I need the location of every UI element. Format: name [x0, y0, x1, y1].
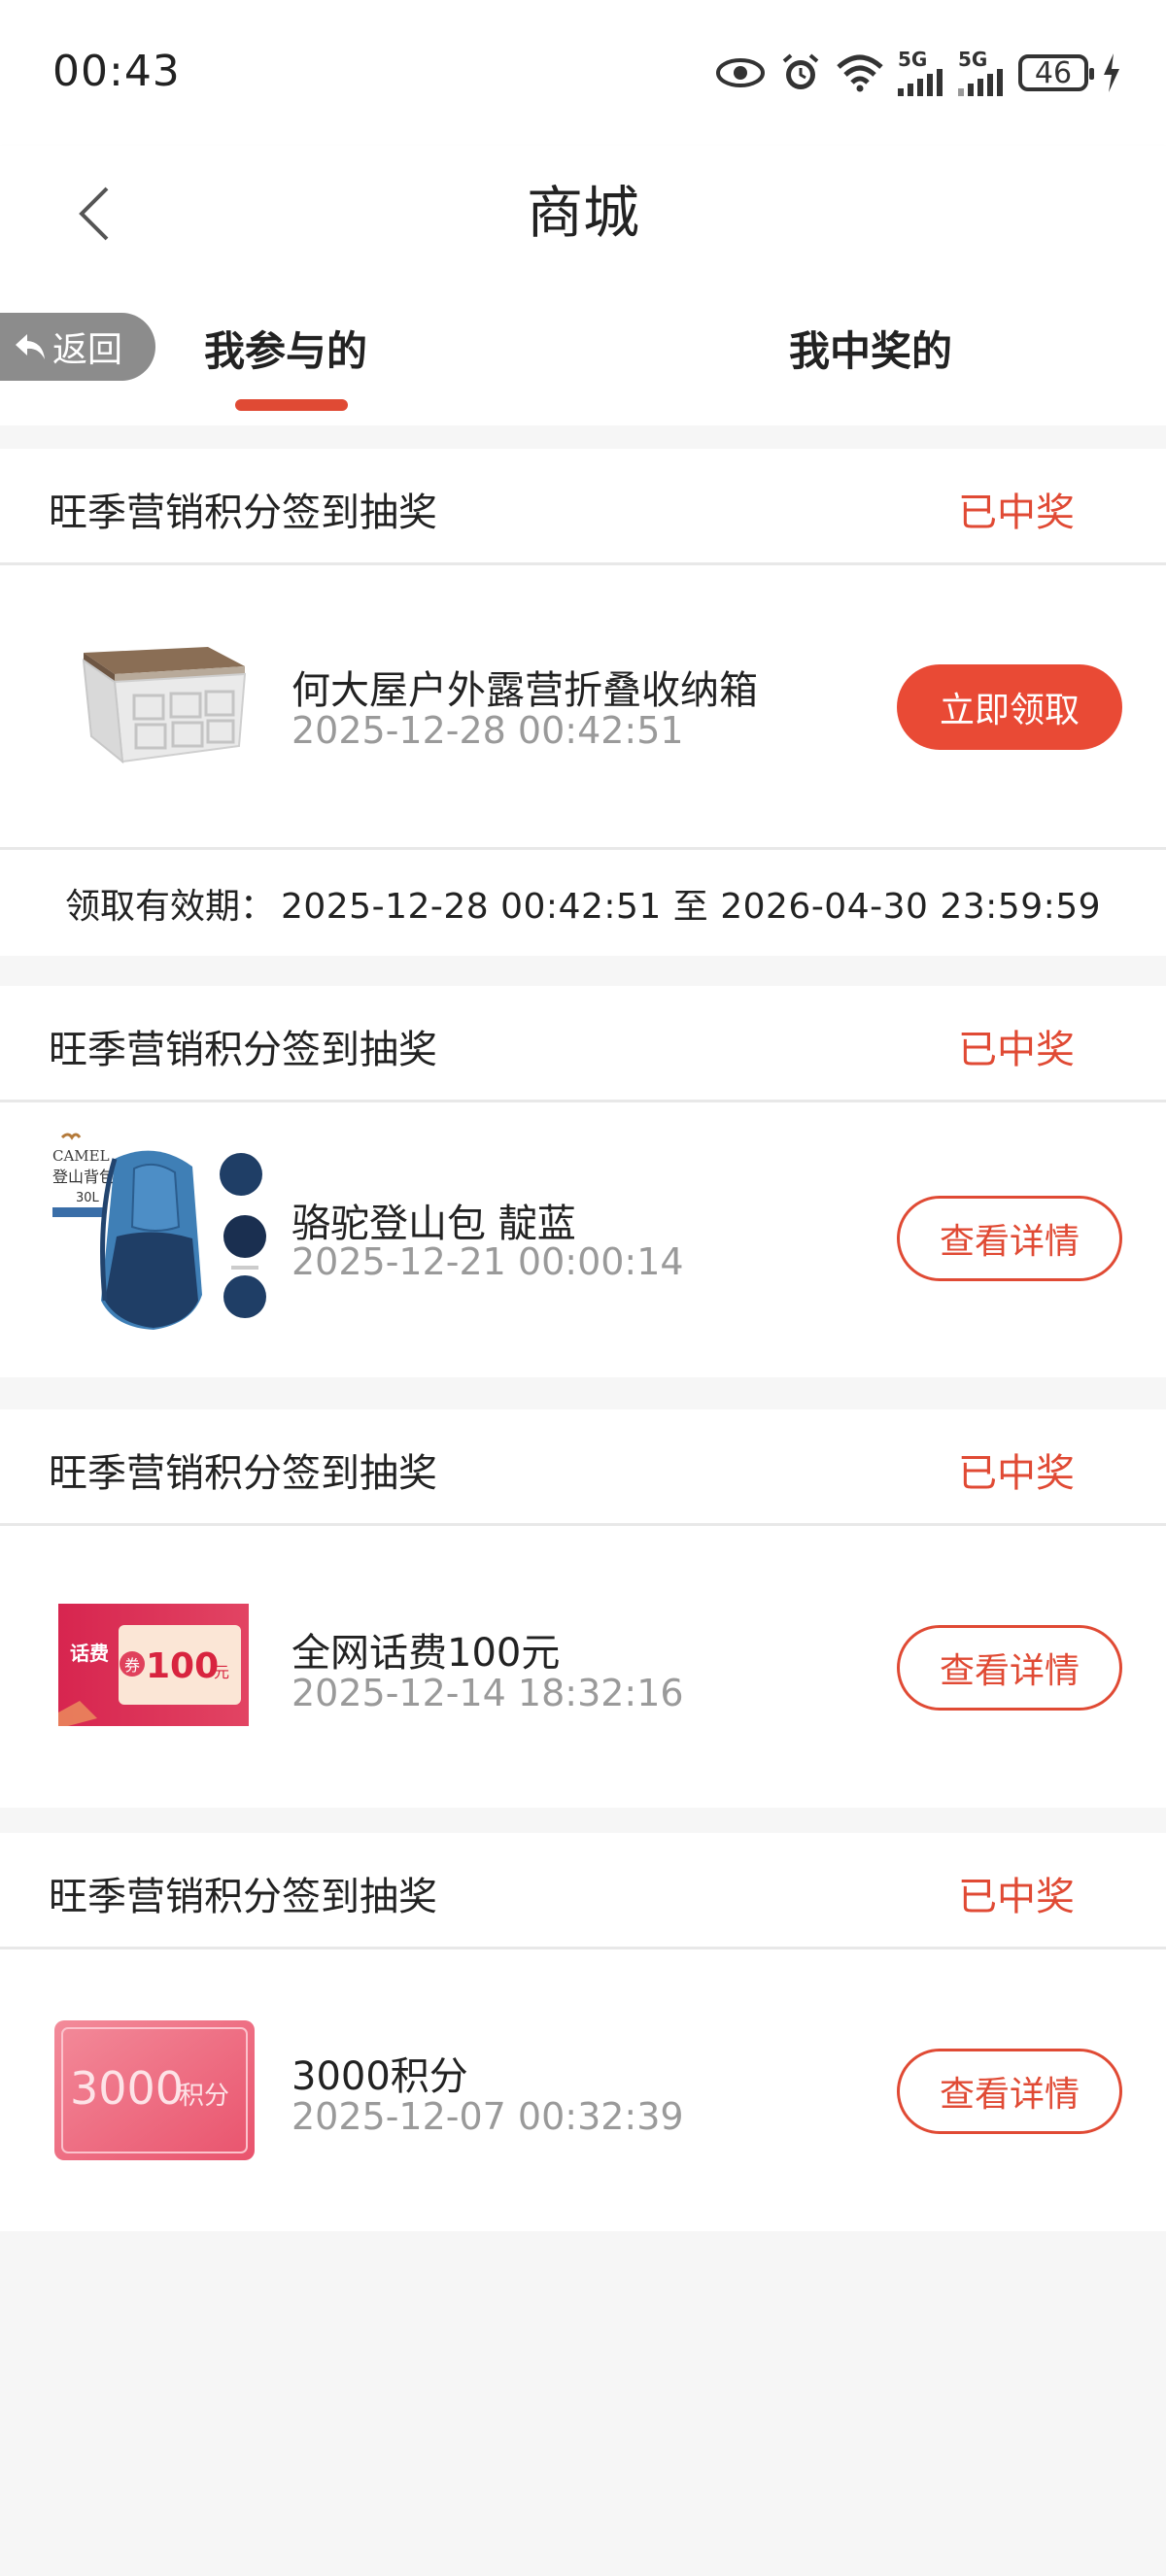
- thumb-tag: 话费: [70, 1642, 109, 1665]
- prize-name: 全网话费100元: [292, 1631, 561, 1676]
- alarm-icon: [779, 49, 822, 97]
- prize-time: 2025-12-07 00:32:39: [292, 2095, 684, 2138]
- prize-time: 2025-12-28 00:42:51: [292, 709, 684, 752]
- record-card: 旺季营销积分签到抽奖 已中奖 CAMEL 登山背包 30L 骆驼登山包 靛蓝 2…: [0, 986, 1166, 1377]
- thumb-brand: CAMEL: [52, 1147, 110, 1165]
- view-details-button[interactable]: 查看详情: [897, 1196, 1122, 1281]
- prize-time: 2025-12-21 00:00:14: [292, 1240, 684, 1283]
- nav-bar: 商城: [0, 146, 1166, 280]
- prize-image-storage-box: [52, 614, 266, 798]
- prize-name: 何大屋户外露营折叠收纳箱: [292, 668, 758, 713]
- return-label: 返回: [52, 330, 123, 370]
- record-card: 旺季营销积分签到抽奖 已中奖 何大屋户外露营折叠收纳箱 2025-12-28 0…: [0, 449, 1166, 956]
- page-title: 商城: [526, 180, 639, 246]
- status-badge: 已中奖: [958, 491, 1075, 535]
- record-header: 旺季营销积分签到抽奖 已中奖: [0, 1833, 1166, 1949]
- return-button[interactable]: 返回: [0, 313, 155, 381]
- active-tab-indicator: [235, 399, 348, 411]
- event-name: 旺季营销积分签到抽奖: [49, 1451, 437, 1496]
- event-name: 旺季营销积分签到抽奖: [49, 1028, 437, 1072]
- wifi-icon: [836, 49, 884, 97]
- event-name: 旺季营销积分签到抽奖: [49, 491, 437, 535]
- view-details-button[interactable]: 查看详情: [897, 2049, 1122, 2134]
- prize-image-points-card: 3000 积分: [54, 2020, 255, 2160]
- status-time: 00:43: [52, 47, 181, 96]
- thumb-quan: 券: [124, 1656, 140, 1675]
- prize-time: 2025-12-14 18:32:16: [292, 1672, 684, 1714]
- event-name: 旺季营销积分签到抽奖: [49, 1875, 437, 1919]
- eye-icon: [715, 49, 766, 97]
- prize-image-phone-credit-coupon: 话费 券 100 元: [58, 1604, 249, 1726]
- status-bar: 00:43 5G 5G 46: [0, 0, 1166, 146]
- tab-participated[interactable]: 我参与的: [204, 319, 367, 378]
- validity-label: 领取有效期：: [64, 886, 275, 927]
- record-body[interactable]: 何大屋户外露营折叠收纳箱 2025-12-28 00:42:51 立即领取: [0, 565, 1166, 847]
- record-card: 旺季营销积分签到抽奖 已中奖 话费 券 100 元 全网话费100元 2025-…: [0, 1409, 1166, 1808]
- prize-name: 3000积分: [292, 2054, 468, 2099]
- tab-bar: 返回 我参与的 我中奖的: [0, 280, 1166, 425]
- thumb-unit: 元: [214, 1663, 229, 1681]
- thumb-capacity: 30L: [76, 1191, 100, 1205]
- signal-icon: 5G: [958, 49, 1005, 97]
- signal-icon: 5G: [898, 49, 944, 97]
- status-badge: 已中奖: [958, 1451, 1075, 1496]
- record-card: 旺季营销积分签到抽奖 已中奖 3000 积分 3000积分 2025-12-07…: [0, 1833, 1166, 2231]
- prize-image-backpack: CAMEL 登山背包 30L: [47, 1130, 270, 1349]
- tab-won[interactable]: 我中奖的: [789, 319, 952, 378]
- status-badge: 已中奖: [958, 1028, 1075, 1072]
- validity-range: 2025-12-28 00:42:51 至 2026-04-30 23:59:5…: [280, 886, 1102, 927]
- signal-label: 5G: [958, 48, 988, 71]
- thumb-unit: 积分: [179, 2082, 229, 2111]
- record-body[interactable]: 3000 积分 3000积分 2025-12-07 00:32:39 查看详情: [0, 1949, 1166, 2231]
- reply-arrow-icon: [16, 334, 45, 359]
- battery-icon: 46: [1018, 54, 1094, 91]
- signal-label: 5G: [898, 48, 928, 71]
- thumb-amount: 100: [146, 1646, 219, 1686]
- charging-icon: [1102, 49, 1121, 97]
- battery-level: 46: [1034, 55, 1073, 90]
- record-header: 旺季营销积分签到抽奖 已中奖: [0, 1409, 1166, 1526]
- view-details-button[interactable]: 查看详情: [897, 1625, 1122, 1711]
- status-icons: 5G 5G 46: [715, 49, 1121, 97]
- page: 00:43 5G 5G 46 商城 返回 我参与的 我中奖的 旺季营销积分签到抽…: [0, 0, 1166, 2576]
- thumb-amount: 3000: [70, 2062, 184, 2115]
- thumb-name: 登山背包: [52, 1168, 115, 1186]
- validity-period: 领取有效期： 2025-12-28 00:42:51 至 2026-04-30 …: [0, 847, 1166, 956]
- record-header: 旺季营销积分签到抽奖 已中奖: [0, 986, 1166, 1102]
- record-body[interactable]: CAMEL 登山背包 30L 骆驼登山包 靛蓝 2025-12-21 00:00…: [0, 1102, 1166, 1377]
- record-header: 旺季营销积分签到抽奖 已中奖: [0, 449, 1166, 565]
- record-body[interactable]: 话费 券 100 元 全网话费100元 2025-12-14 18:32:16 …: [0, 1526, 1166, 1808]
- status-badge: 已中奖: [958, 1875, 1075, 1919]
- claim-now-button[interactable]: 立即领取: [897, 664, 1122, 750]
